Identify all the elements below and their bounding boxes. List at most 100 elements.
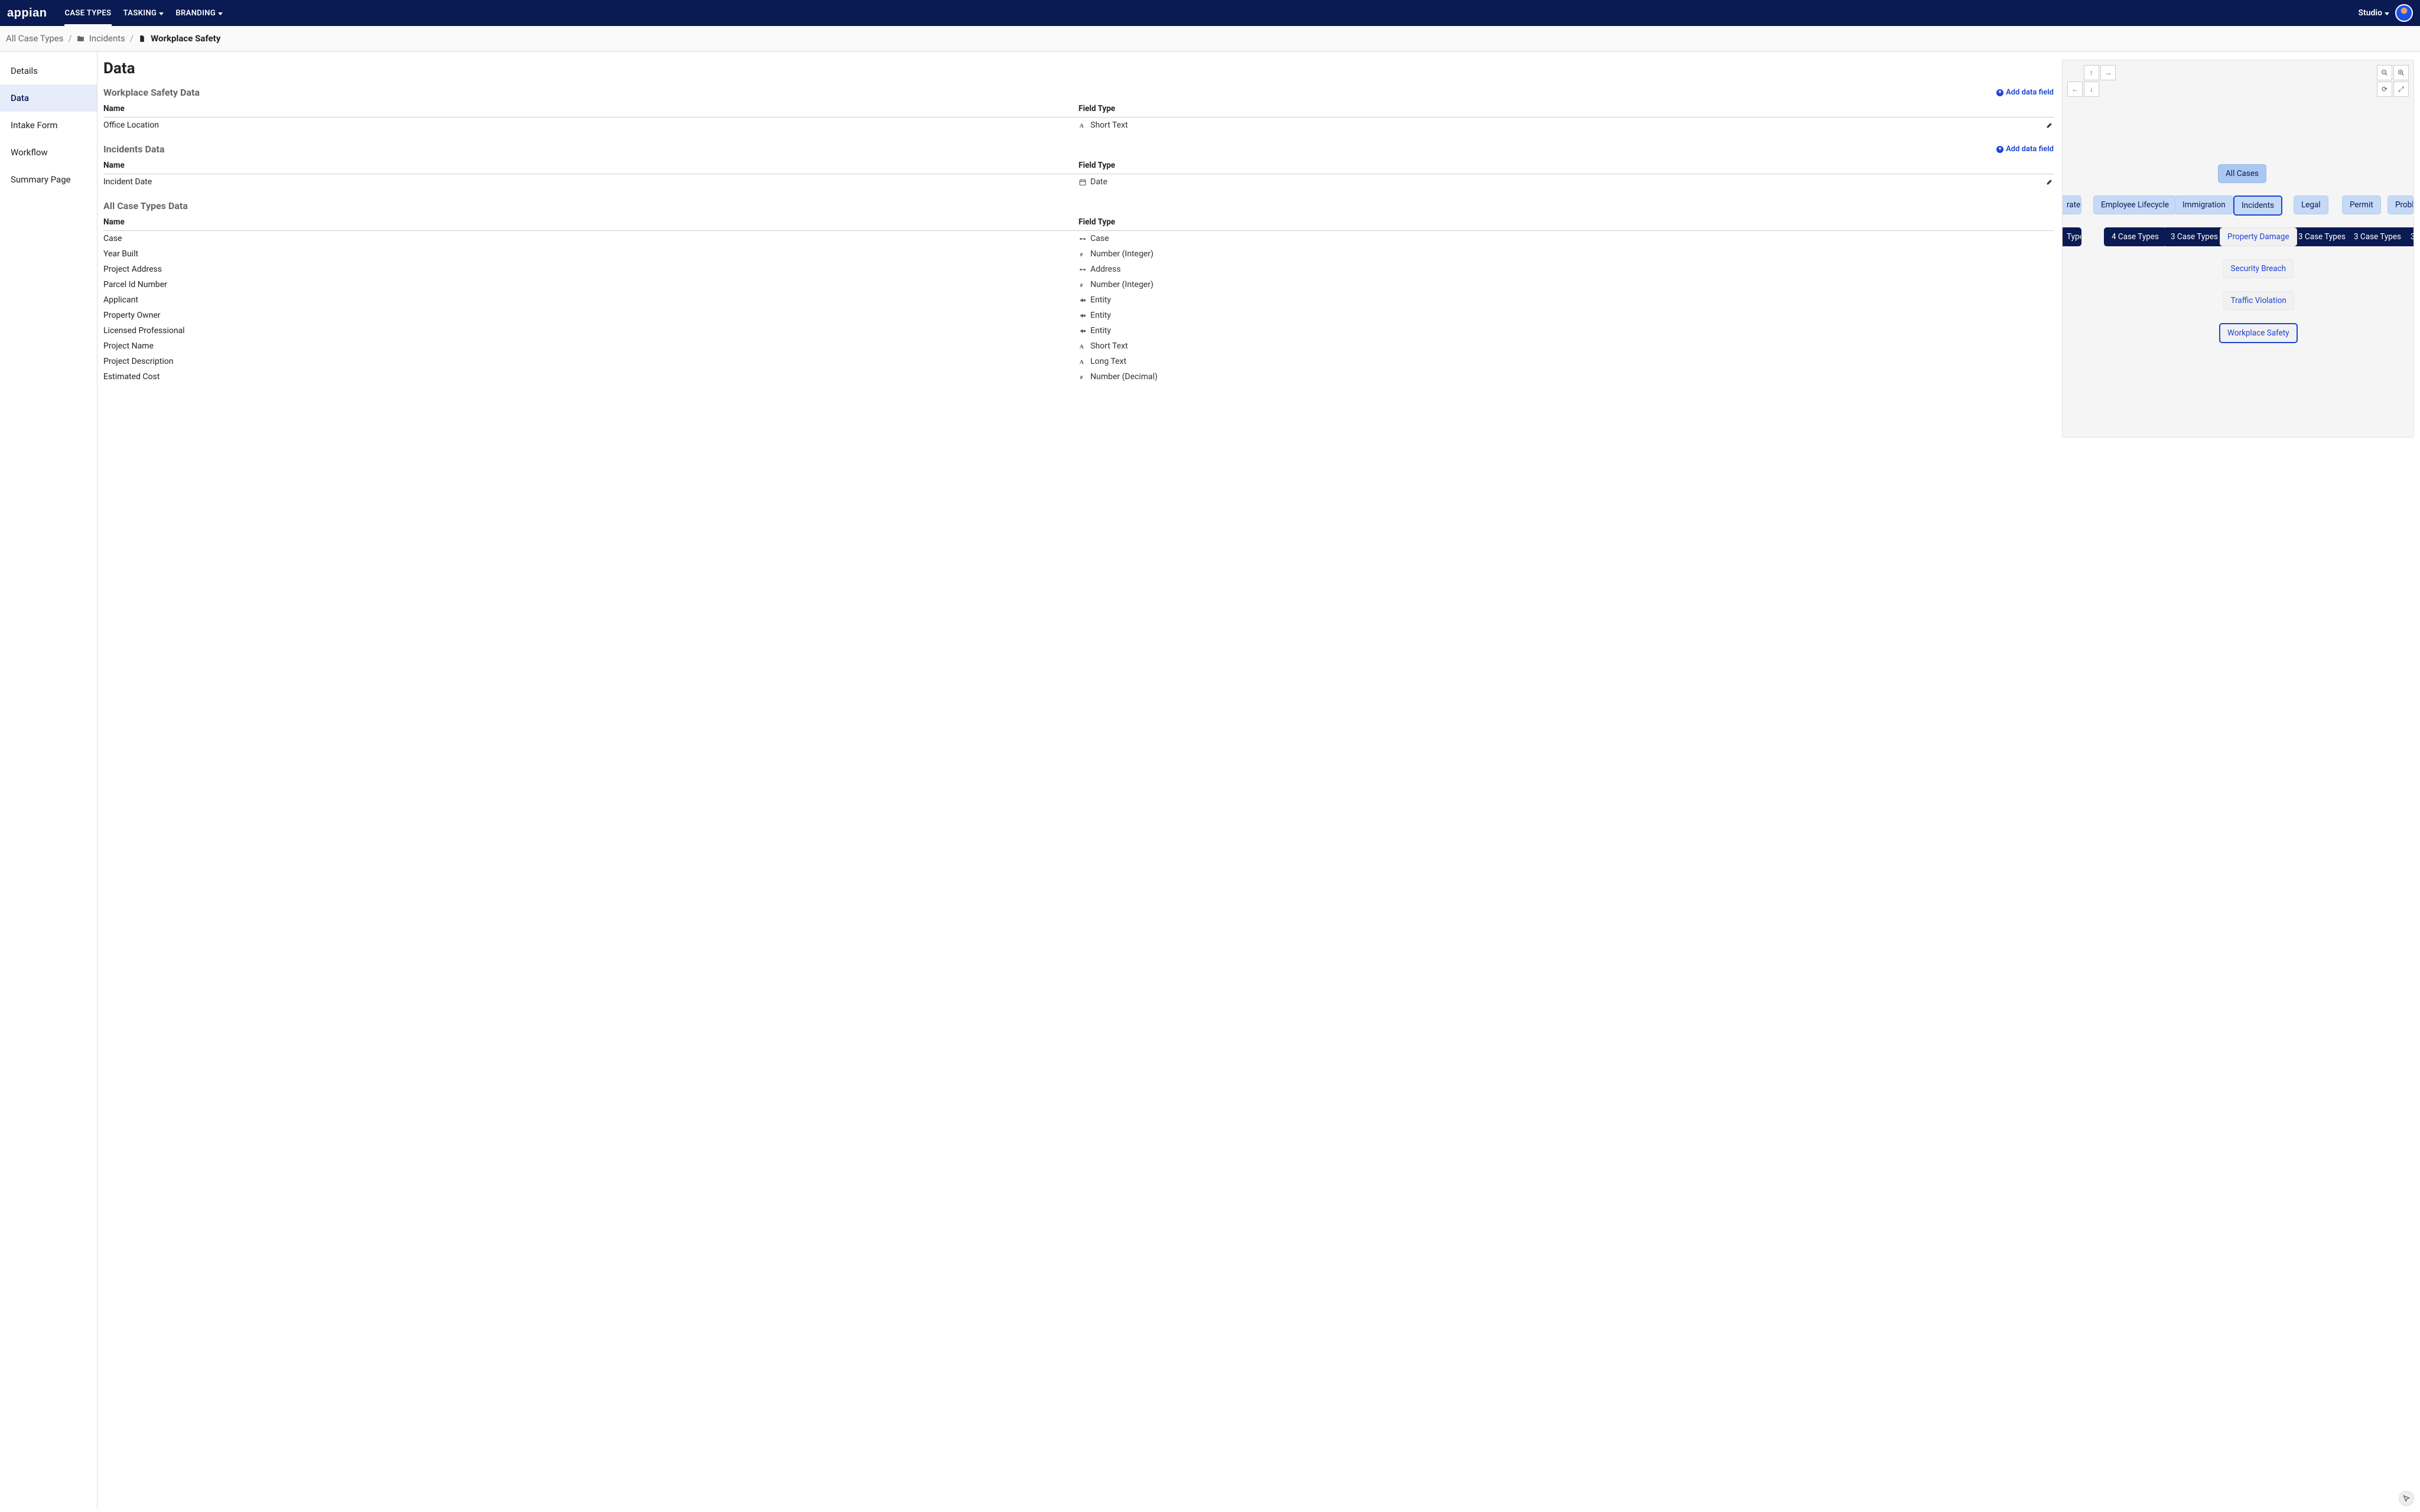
file-icon	[138, 33, 146, 44]
plus-icon: +	[1996, 146, 2003, 153]
plus-icon: +	[1996, 89, 2003, 96]
avatar[interactable]	[2395, 4, 2413, 22]
fit-button[interactable]: ⤢	[2393, 82, 2409, 97]
diagram-connectors	[2063, 60, 2240, 149]
tree-node-child[interactable]: Workplace Safety	[2219, 323, 2298, 343]
short-text-icon: A	[1079, 122, 1087, 129]
add-data-field-button[interactable]: +Add data field	[1996, 145, 2054, 154]
number-icon: #	[1079, 281, 1087, 289]
col-name: Name	[103, 214, 1079, 231]
page-title: Data	[103, 60, 2054, 77]
header-right: Studio	[2358, 4, 2413, 22]
edit-button[interactable]	[2046, 177, 2054, 187]
field-name: Project Description	[103, 354, 1079, 369]
field-name: Project Address	[103, 262, 1079, 277]
tree-node-count[interactable]: 3 Case Types	[2291, 227, 2353, 246]
chevron-down-icon	[2385, 12, 2389, 15]
main: DetailsDataIntake FormWorkflowSummary Pa…	[0, 51, 2420, 1509]
content: Data Workplace Safety Data +Add data fiel…	[97, 51, 2420, 1509]
field-type: Date	[1079, 174, 1898, 190]
zoom-out-button[interactable]	[2377, 65, 2392, 80]
table-row: ApplicantEntity	[103, 292, 2054, 308]
tree-node-count[interactable]: Types	[2062, 227, 2081, 246]
sidebar-item-intake-form[interactable]: Intake Form	[0, 112, 97, 139]
add-data-field-button[interactable]: +Add data field	[1996, 88, 2054, 97]
tree-node-count[interactable]: 4 Case Types	[2104, 227, 2167, 246]
tree-node-count[interactable]: 3 Case Types	[2346, 227, 2409, 246]
field-name: Parcel Id Number	[103, 277, 1079, 292]
short-text-icon: A	[1079, 343, 1087, 350]
table-row: Project AddressAddress	[103, 262, 2054, 277]
data-table: NameField TypeCaseCaseYear Built#Number …	[103, 214, 2054, 384]
tree-node-problem[interactable]: Proble	[2388, 195, 2414, 214]
short-text-icon: A	[1079, 358, 1087, 366]
field-name: Estimated Cost	[103, 369, 1079, 384]
folder-icon	[77, 33, 84, 44]
helper-button[interactable]	[2399, 1491, 2414, 1506]
field-name: Applicant	[103, 292, 1079, 308]
svg-text:A: A	[1079, 122, 1084, 129]
tree-node-permit[interactable]: Permit	[2342, 195, 2381, 214]
number-icon: #	[1079, 250, 1087, 258]
table-row: Incident DateDate	[103, 174, 2054, 190]
table-row: Project NameAShort Text	[103, 338, 2054, 354]
table-row: Office LocationAShort Text	[103, 118, 2054, 133]
tree-node-count[interactable]: 3	[2403, 227, 2414, 246]
edit-button[interactable]	[2046, 120, 2054, 130]
col-name: Name	[103, 157, 1079, 174]
data-section: Workplace Safety Data+Add data fieldName…	[103, 87, 2054, 133]
tree-node-child[interactable]: Property Damage	[2220, 227, 2297, 246]
date-icon	[1079, 178, 1087, 186]
section-title: All Case Types Data	[103, 200, 188, 211]
nav-case-types[interactable]: CASE TYPES	[64, 0, 111, 26]
breadcrumb-folder[interactable]: Incidents	[89, 33, 125, 44]
nav-tasking[interactable]: TASKING	[123, 0, 164, 26]
nav-branding[interactable]: BRANDING	[175, 0, 223, 26]
svg-text:A: A	[1079, 359, 1084, 365]
field-type: AShort Text	[1079, 118, 1898, 133]
data-section: Incidents Data+Add data fieldNameField T…	[103, 144, 2054, 190]
breadcrumb: All Case Types / Incidents / Workplace S…	[0, 26, 2420, 51]
table-row: Estimated Cost#Number (Decimal)	[103, 369, 2054, 384]
field-name: Property Owner	[103, 308, 1079, 323]
link-icon	[1079, 266, 1087, 273]
hierarchy-diagram[interactable]: ↑ → ← ↓ ⟳ ⤢ All CasesrateTypesEmployee L…	[2062, 60, 2414, 438]
refresh-button[interactable]: ⟳	[2377, 82, 2392, 97]
sidebar-item-summary-page[interactable]: Summary Page	[0, 166, 97, 193]
tree-node-count[interactable]: 3 Case Types	[2163, 227, 2226, 246]
tree-node-employee[interactable]: Employee Lifecycle	[2093, 195, 2177, 214]
field-type: AShort Text	[1079, 338, 1898, 354]
app-header: appian CASE TYPESTASKINGBRANDING Studio	[0, 0, 2420, 26]
tree-node-child[interactable]: Security Breach	[2223, 259, 2294, 278]
field-type: #Number (Decimal)	[1079, 369, 1898, 384]
field-type: Entity	[1079, 308, 1898, 323]
chevron-down-icon	[159, 12, 164, 15]
sidebar-item-details[interactable]: Details	[0, 57, 97, 84]
field-name: Case	[103, 231, 1079, 247]
field-name: Incident Date	[103, 174, 1079, 190]
col-type: Field Type	[1079, 100, 1898, 118]
breadcrumb-current: Workplace Safety	[151, 33, 220, 44]
studio-dropdown[interactable]: Studio	[2358, 8, 2389, 18]
tree-node-child[interactable]: Traffic Violation	[2223, 291, 2294, 310]
tree-node-legal[interactable]: Legal	[2294, 195, 2328, 214]
field-type: #Number (Integer)	[1079, 277, 1898, 292]
tree-node-immigration[interactable]: Immigration	[2175, 195, 2233, 214]
section-title: Workplace Safety Data	[103, 87, 200, 98]
breadcrumb-sep: /	[69, 33, 72, 44]
field-type: #Number (Integer)	[1079, 246, 1898, 262]
link-icon	[1079, 235, 1087, 243]
breadcrumb-root[interactable]: All Case Types	[6, 33, 64, 44]
sidebar: DetailsDataIntake FormWorkflowSummary Pa…	[0, 51, 97, 1509]
field-type: Entity	[1079, 292, 1898, 308]
zoom-in-button[interactable]	[2393, 65, 2409, 80]
svg-text:#: #	[1080, 252, 1083, 258]
svg-text:A: A	[1079, 343, 1084, 350]
sidebar-item-workflow[interactable]: Workflow	[0, 139, 97, 166]
svg-text:#: #	[1080, 374, 1083, 380]
tree-node-corporate[interactable]: rate	[2062, 195, 2081, 214]
sidebar-item-data[interactable]: Data	[0, 84, 97, 112]
tree-node-root[interactable]: All Cases	[2218, 164, 2266, 183]
table-row: Licensed ProfessionalEntity	[103, 323, 2054, 338]
tree-node-incidents[interactable]: Incidents	[2233, 195, 2282, 216]
